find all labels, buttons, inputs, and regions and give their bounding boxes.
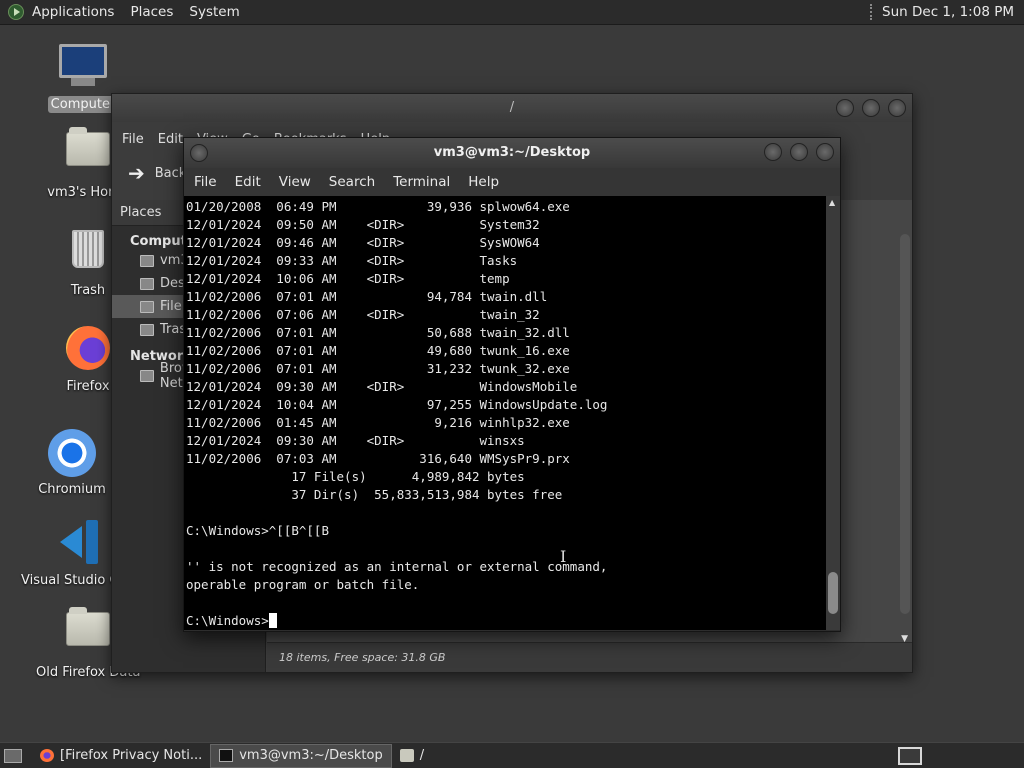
desktop-icon-label: Computer	[47, 96, 119, 113]
folder-icon	[399, 749, 414, 762]
terminal-output-text: 01/20/2008 06:49 PM 39,936 splwow64.exe …	[186, 199, 608, 592]
applications-menu[interactable]: Applications	[0, 0, 122, 25]
terminal-icon	[219, 749, 234, 762]
firefox-icon	[40, 749, 54, 762]
menu-edit[interactable]: Edit	[235, 174, 261, 190]
menu-file[interactable]: File	[194, 174, 217, 190]
bottom-taskbar: [Firefox Privacy Noti... vm3@vm3:~/Deskt…	[0, 742, 1024, 768]
places-menu[interactable]: Places	[122, 0, 181, 25]
terminal-scrollbar[interactable]: ▲	[826, 196, 840, 630]
menu-help[interactable]: Help	[468, 174, 499, 190]
folder-icon	[64, 607, 112, 660]
file-manager-titlebar[interactable]: /	[112, 94, 912, 122]
back-button-label: Back	[154, 165, 187, 181]
taskbar-item-label: /	[419, 748, 425, 763]
text-cursor-icon: I	[560, 547, 567, 566]
home-folder-icon	[64, 127, 112, 180]
minimize-button[interactable]	[764, 143, 782, 161]
terminal-window[interactable]: vm3@vm3:~/Desktop File Edit View Search …	[183, 137, 841, 632]
firefox-icon	[64, 326, 112, 374]
network-icon	[140, 369, 154, 382]
maximize-button[interactable]	[790, 143, 808, 161]
terminal-title: vm3@vm3:~/Desktop	[433, 145, 591, 160]
terminal-menubar: File Edit View Search Terminal Help	[184, 168, 840, 196]
top-panel: Applications Places System Sun Dec 1, 1:…	[0, 0, 1024, 25]
desktop-icon-label: Chromium	[38, 482, 106, 497]
file-manager-title: /	[509, 100, 515, 115]
trash-icon	[140, 323, 154, 336]
drive-icon	[140, 300, 154, 313]
trash-icon	[64, 230, 112, 278]
menu-file[interactable]: File	[122, 132, 144, 147]
applications-menu-label[interactable]: Applications	[30, 0, 122, 25]
file-manager-statusbar: 18 items, Free space: 31.8 GB	[267, 642, 912, 672]
taskbar-item-label: [Firefox Privacy Noti...	[60, 748, 203, 763]
panel-separator	[870, 4, 876, 20]
distro-logo-icon	[8, 4, 24, 20]
close-button[interactable]	[816, 143, 834, 161]
menu-search[interactable]: Search	[329, 174, 375, 190]
taskbar-item-file-manager[interactable]: /	[392, 744, 432, 768]
scrollbar-thumb[interactable]	[828, 572, 838, 614]
maximize-button[interactable]	[862, 99, 880, 117]
terminal-prompt: C:\Windows>	[186, 613, 269, 628]
taskbar-item-firefox[interactable]: [Firefox Privacy Noti...	[32, 744, 210, 768]
desktop-icon-label: Trash	[70, 283, 106, 298]
show-desktop-icon[interactable]	[4, 748, 22, 763]
vscode-icon	[54, 520, 102, 568]
computer-icon	[59, 44, 107, 92]
workspace-switcher[interactable]	[898, 746, 922, 765]
menu-edit[interactable]: Edit	[158, 132, 183, 147]
menu-terminal[interactable]: Terminal	[393, 174, 450, 190]
minimize-button[interactable]	[836, 99, 854, 117]
clock[interactable]: Sun Dec 1, 1:08 PM	[882, 4, 1024, 20]
desktop-icon	[140, 277, 154, 290]
back-arrow-icon: ➔	[128, 161, 145, 185]
terminal-output[interactable]: 01/20/2008 06:49 PM 39,936 splwow64.exe …	[184, 196, 827, 630]
system-menu[interactable]: System	[181, 0, 247, 25]
terminal-cursor	[268, 613, 277, 628]
terminal-titlebar[interactable]: vm3@vm3:~/Desktop	[184, 138, 840, 168]
chromium-icon	[48, 429, 96, 477]
scroll-up-arrow-icon[interactable]: ▲	[829, 198, 835, 207]
menu-view[interactable]: View	[279, 174, 311, 190]
home-icon	[140, 254, 154, 267]
taskbar-item-label: vm3@vm3:~/Desktop	[239, 748, 383, 763]
desktop-icon-label: Firefox	[66, 379, 110, 394]
close-button[interactable]	[888, 99, 906, 117]
window-menu-button[interactable]	[190, 144, 208, 162]
file-manager-scrollbar[interactable]	[900, 234, 910, 614]
taskbar-item-terminal[interactable]: vm3@vm3:~/Desktop	[210, 743, 392, 768]
